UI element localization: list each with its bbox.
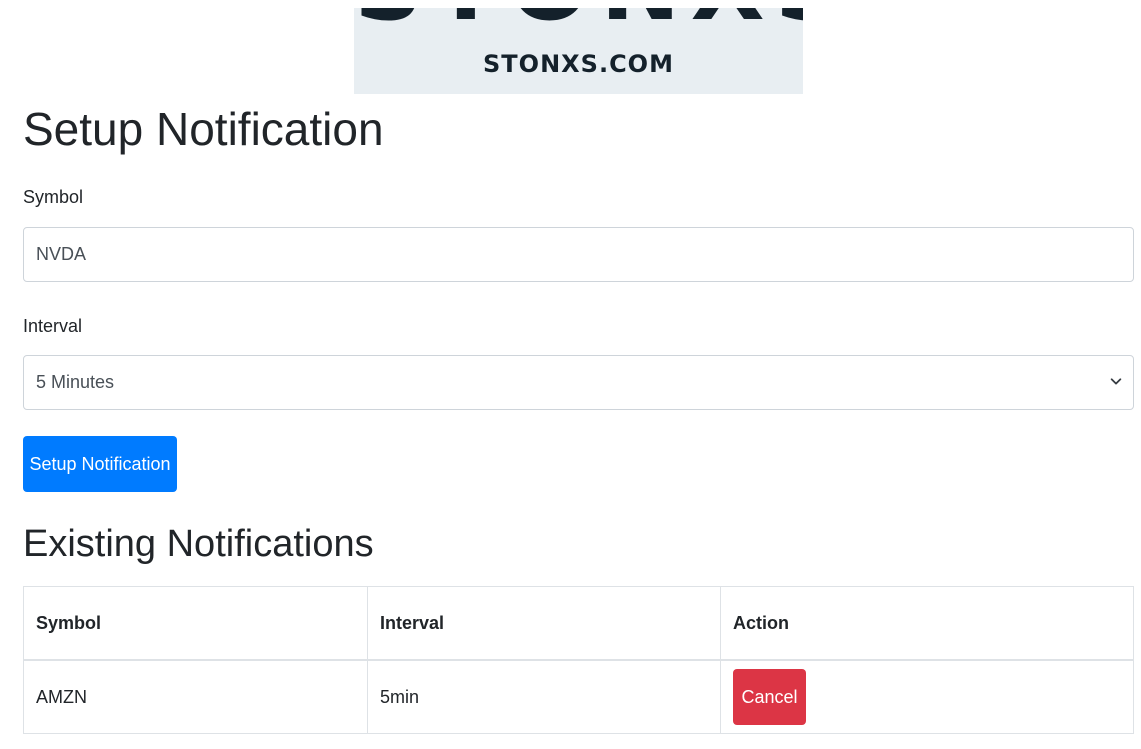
row-action: Cancel [720,659,1134,734]
page-title: Setup Notification [23,103,384,155]
interval-label: Interval [23,316,83,336]
notifications-table: Symbol Interval Action AMZN 5min Cancel [23,586,1134,734]
interval-select[interactable]: 5 Minutes [23,355,1134,410]
row-interval: 5min [367,659,721,734]
logo-crop-strip [354,0,803,8]
column-header-action: Action [720,586,1134,661]
chevron-down-icon [1110,378,1122,385]
logo-domain: STONXS.COM [483,50,674,78]
symbol-input[interactable]: NVDA [23,227,1134,282]
column-header-symbol: Symbol [23,586,368,661]
existing-notifications-title: Existing Notifications [23,523,374,565]
symbol-label: Symbol [23,187,84,207]
site-logo: STONXS STONXS.COM [354,0,803,94]
table-header-row: Symbol Interval Action [23,586,1134,661]
setup-notification-button[interactable]: Setup Notification [23,436,177,492]
table-row: AMZN 5min Cancel [23,659,1134,734]
column-header-interval: Interval [367,586,721,661]
symbol-input-value: NVDA [36,244,87,264]
interval-selected-value: 5 Minutes [36,372,115,392]
row-symbol: AMZN [23,659,368,734]
cancel-button[interactable]: Cancel [733,669,806,725]
